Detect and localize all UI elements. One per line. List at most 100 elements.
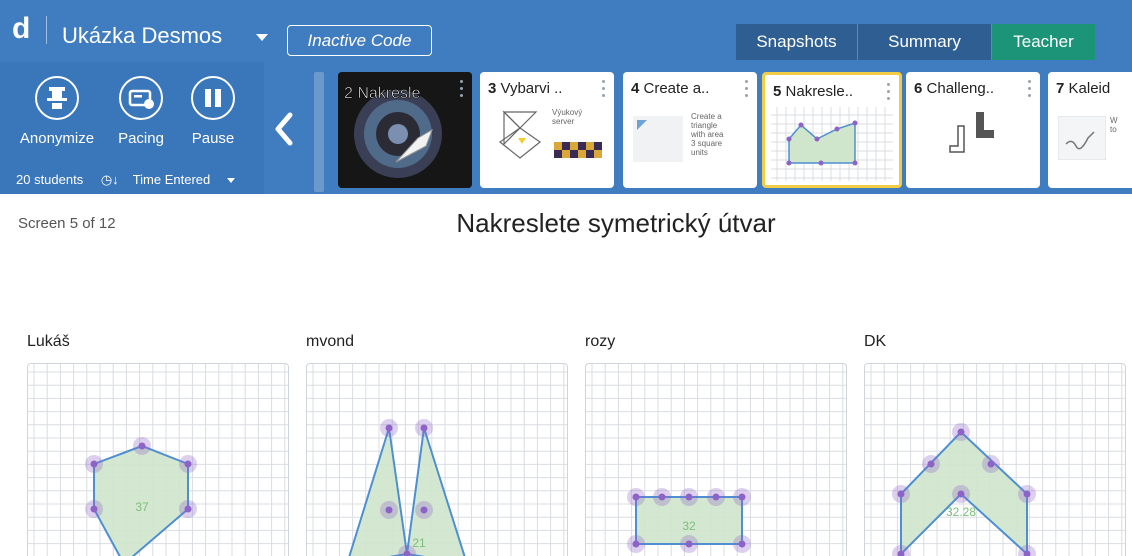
shape-point[interactable] xyxy=(184,460,192,468)
shape-point[interactable] xyxy=(738,493,746,501)
screen-card-6[interactable]: 6 Challeng.. xyxy=(906,72,1040,188)
student-graph-canvas: 32 xyxy=(586,364,846,556)
anonymize-icon xyxy=(35,76,79,120)
student-graph[interactable]: 37 xyxy=(27,363,289,556)
tab-teacher[interactable]: Teacher xyxy=(992,24,1095,60)
student-card[interactable]: DK 32.28 xyxy=(864,333,1126,556)
thumb-point xyxy=(852,120,858,126)
screen-card-4-thumb-text: Create a triangle with area 3 square units xyxy=(691,112,724,157)
shape-point[interactable] xyxy=(685,540,693,548)
sort-caret-icon xyxy=(227,178,236,184)
shape-point[interactable] xyxy=(632,493,640,501)
shape-point[interactable] xyxy=(184,505,192,513)
student-card[interactable]: rozy 32 xyxy=(585,333,847,556)
class-info: 20 students ◷↓ Time Entered xyxy=(16,172,249,188)
shape-point[interactable] xyxy=(658,493,666,501)
logo-divider xyxy=(46,16,47,44)
card-menu-icon[interactable] xyxy=(887,83,891,105)
shape-point[interactable] xyxy=(385,424,393,432)
thumb-point xyxy=(814,136,820,142)
shape-point[interactable] xyxy=(957,428,965,436)
student-name: Lukáš xyxy=(27,333,70,350)
tab-snapshots[interactable]: Snapshots xyxy=(736,24,858,60)
screen-card-3-title: 3 Vybarvi .. xyxy=(488,80,563,97)
dot-grid-icon xyxy=(633,116,683,162)
area-label: 32 xyxy=(682,519,696,533)
screen-card-5-title: 5 Nakresle.. xyxy=(773,83,854,100)
screen-card-7[interactable]: 7 Kaleid Wto xyxy=(1048,72,1132,188)
screen-card-2[interactable]: 2 Nakresle xyxy=(338,72,472,188)
shape-point[interactable] xyxy=(385,506,393,514)
student-graph[interactable]: 21 xyxy=(306,363,568,556)
shape-point[interactable] xyxy=(632,540,640,548)
screen-title: Nakreslete symetrický útvar xyxy=(456,208,776,238)
control-panel: Anonymize Pacing Pause 20 students ◷↓ Ti… xyxy=(0,62,264,194)
shape-point[interactable] xyxy=(927,460,935,468)
pattern-icon xyxy=(554,142,602,158)
area-label: 37 xyxy=(135,500,149,514)
screen-card-4[interactable]: 4 Create a.. Create a triangle with area 3 … xyxy=(623,72,757,188)
student-name: mvond xyxy=(306,333,355,350)
chevron-left-icon[interactable] xyxy=(274,112,294,146)
thumb-point xyxy=(834,126,840,132)
student-graph-canvas: 21 xyxy=(307,364,567,556)
card-menu-icon[interactable] xyxy=(602,80,606,102)
thumb-point xyxy=(818,160,824,166)
shape-point[interactable] xyxy=(957,490,965,498)
student-graph-canvas: 32.28 xyxy=(865,364,1125,556)
desmos-logo[interactable]: d xyxy=(12,14,30,44)
pause-label: Pause xyxy=(191,130,235,147)
student-count: 20 students xyxy=(16,172,84,187)
rose-window-thumbnail: 2 Nakresle xyxy=(338,72,472,188)
student-card[interactable]: mvond 21 xyxy=(306,333,568,556)
screen-card-3-thumb-text: Výukový server xyxy=(552,108,583,126)
tangram-icon xyxy=(498,110,542,159)
screen-card-3[interactable]: 3 Vybarvi .. Výukový server xyxy=(480,72,614,188)
student-card[interactable]: Lukáš 37 xyxy=(27,333,289,556)
pause-button[interactable]: Pause xyxy=(168,76,258,147)
area-label: 32.28 xyxy=(946,505,976,519)
sort-label: Time Entered xyxy=(132,172,211,187)
thumb-point xyxy=(786,136,792,142)
shape-point[interactable] xyxy=(420,506,428,514)
thumb-point xyxy=(798,122,804,128)
inactive-code-button[interactable]: Inactive Code xyxy=(287,25,432,56)
l-shapes-icon xyxy=(949,112,994,153)
card-menu-icon[interactable] xyxy=(460,80,464,102)
shape-point[interactable] xyxy=(90,505,98,513)
anonymize-button[interactable]: Anonymize xyxy=(12,76,102,147)
student-graph-canvas: 37 xyxy=(28,364,288,556)
screen-card-5[interactable]: 5 Nakresle.. xyxy=(762,72,902,188)
activity-dropdown-icon[interactable] xyxy=(256,34,268,41)
activity-title[interactable]: Ukázka Desmos xyxy=(62,25,222,47)
shape-point[interactable] xyxy=(1023,490,1031,498)
shape-point[interactable] xyxy=(712,493,720,501)
pause-icon xyxy=(191,76,235,120)
top-bar: d Ukázka Desmos Inactive Code Snapshots … xyxy=(0,0,1132,62)
symmetric-shape-thumbnail xyxy=(771,107,893,181)
pacing-icon xyxy=(119,76,163,120)
shape-point[interactable] xyxy=(987,460,995,468)
student-graph[interactable]: 32 xyxy=(585,363,847,556)
anonymize-label: Anonymize xyxy=(19,130,95,147)
card-menu-icon[interactable] xyxy=(1028,80,1032,102)
student-graph[interactable]: 32.28 xyxy=(864,363,1126,556)
shape-point[interactable] xyxy=(685,493,693,501)
screen-card-7-title: 7 Kaleid xyxy=(1056,80,1111,97)
card-menu-icon[interactable] xyxy=(745,80,749,102)
shape-point[interactable] xyxy=(138,442,146,450)
sketch-icon xyxy=(1058,116,1106,160)
shape-point[interactable] xyxy=(897,490,905,498)
shape-point[interactable] xyxy=(90,460,98,468)
thumb-point xyxy=(852,160,858,166)
tab-summary[interactable]: Summary xyxy=(858,24,992,60)
screen-scroll-edge[interactable] xyxy=(314,72,324,192)
shape-point[interactable] xyxy=(420,424,428,432)
screen-card-6-title: 6 Challeng.. xyxy=(914,80,995,97)
sort-dropdown[interactable]: ◷↓ Time Entered xyxy=(100,172,236,187)
shape-point[interactable] xyxy=(738,540,746,548)
screen-card-4-title: 4 Create a.. xyxy=(631,80,710,97)
clock-sort-icon: ◷↓ xyxy=(100,172,119,187)
dashboard-controls: Anonymize Pacing Pause 20 students ◷↓ Ti… xyxy=(0,62,1132,194)
screen-card-7-thumb-text: Wto xyxy=(1110,116,1118,134)
